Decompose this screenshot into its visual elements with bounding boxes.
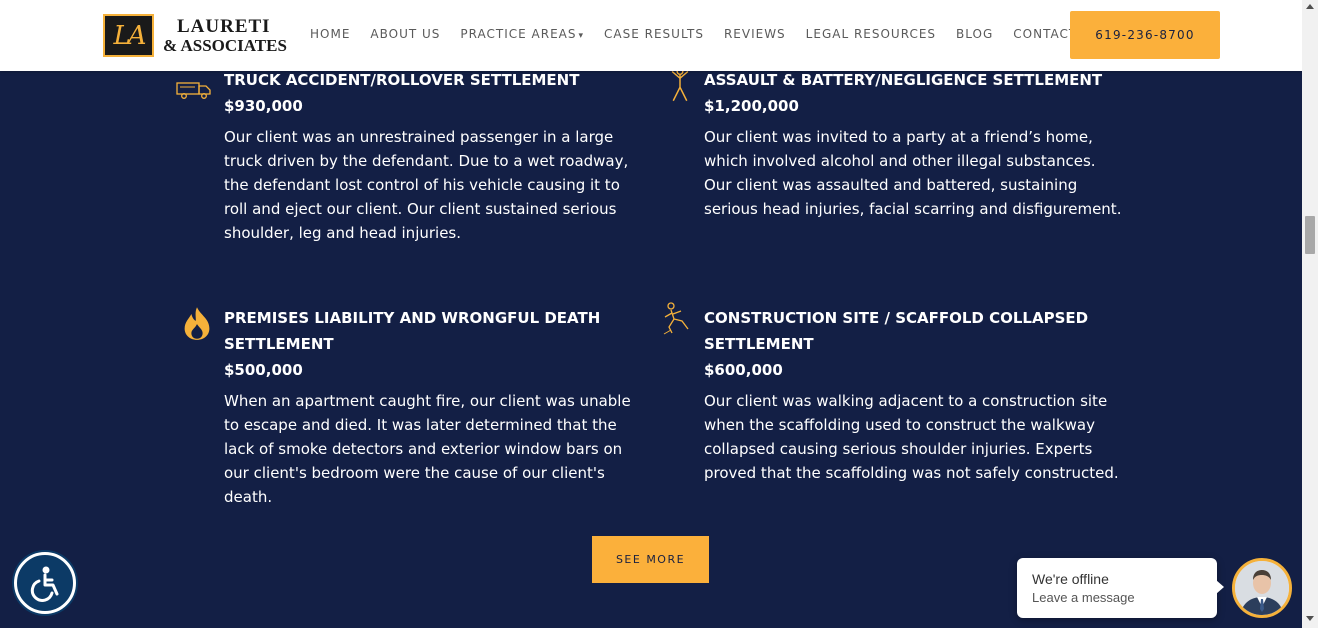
chat-subtitle: Leave a message bbox=[1032, 590, 1135, 605]
logo-line-1: LAURETI bbox=[177, 15, 271, 37]
logo-mark-text: LA bbox=[113, 20, 146, 51]
fire-icon bbox=[184, 307, 210, 340]
case-result-card: PREMISES LIABILITY AND WRONGFUL DEATH SE… bbox=[184, 305, 664, 509]
agent-portrait-icon bbox=[1235, 561, 1289, 615]
phone-button[interactable]: 619-236-8700 bbox=[1070, 11, 1220, 59]
assault-icon bbox=[671, 67, 689, 102]
falling-person-icon bbox=[663, 302, 689, 335]
result-description: Our client was invited to a party at a f… bbox=[704, 128, 1122, 218]
result-amount: $500,000 bbox=[224, 361, 303, 379]
page-scrollbar[interactable] bbox=[1302, 0, 1318, 628]
nav-practice-areas-label: PRACTICE AREAS bbox=[460, 27, 577, 41]
result-description: Our client was walking adjacent to a con… bbox=[704, 392, 1119, 482]
wheelchair-icon bbox=[30, 566, 59, 602]
page-viewport: LA LAURETI & ASSOCIATES HOME ABOUT US PR… bbox=[0, 0, 1302, 628]
case-result-card: TRUCK ACCIDENT/ROLLOVER SETTLEMENT $930,… bbox=[176, 67, 664, 245]
main-nav: HOME ABOUT US PRACTICE AREAS ▾ CASE RESUL… bbox=[310, 27, 1097, 41]
chat-message-bubble[interactable]: We're offline Leave a message bbox=[1017, 558, 1224, 618]
accessibility-button[interactable] bbox=[14, 552, 76, 614]
result-amount: $1,200,000 bbox=[704, 97, 799, 115]
result-title: PREMISES LIABILITY AND WRONGFUL DEATH SE… bbox=[224, 309, 601, 353]
logo-text: LAURETI & ASSOCIATES bbox=[163, 17, 287, 55]
scrollbar-thumb[interactable] bbox=[1305, 216, 1315, 254]
scroll-up-arrow-icon[interactable] bbox=[1306, 4, 1314, 9]
truck-icon bbox=[176, 82, 211, 99]
nav-legal-resources[interactable]: LEGAL RESOURCES bbox=[806, 27, 936, 41]
nav-reviews[interactable]: REVIEWS bbox=[724, 27, 786, 41]
chat-status: We're offline bbox=[1032, 571, 1109, 587]
site-header: LA LAURETI & ASSOCIATES HOME ABOUT US PR… bbox=[0, 0, 1302, 71]
nav-home[interactable]: HOME bbox=[310, 27, 350, 41]
result-description: Our client was an unrestrained passenger… bbox=[224, 128, 629, 242]
see-more-button[interactable]: SEE MORE bbox=[592, 536, 709, 583]
chat-agent-avatar[interactable] bbox=[1232, 558, 1292, 618]
logo-line-2: & ASSOCIATES bbox=[163, 35, 287, 55]
scroll-down-arrow-icon[interactable] bbox=[1306, 616, 1314, 621]
nav-case-results[interactable]: CASE RESULTS bbox=[604, 27, 704, 41]
nav-about-us[interactable]: ABOUT US bbox=[370, 27, 440, 41]
case-result-card: CONSTRUCTION SITE / SCAFFOLD COLLAPSED S… bbox=[663, 302, 1144, 485]
nav-contact[interactable]: CONTACT bbox=[1013, 27, 1077, 41]
nav-practice-areas[interactable]: PRACTICE AREAS ▾ bbox=[460, 27, 584, 41]
result-description: When an apartment caught fire, our clien… bbox=[224, 392, 631, 506]
site-logo[interactable]: LA LAURETI & ASSOCIATES bbox=[103, 14, 287, 57]
result-amount: $930,000 bbox=[224, 97, 303, 115]
result-amount: $600,000 bbox=[704, 361, 783, 379]
nav-blog[interactable]: BLOG bbox=[956, 27, 993, 41]
case-result-card: ASSAULT & BATTERY/NEGLIGENCE SETTLEMENT … bbox=[671, 67, 1144, 221]
result-title: CONSTRUCTION SITE / SCAFFOLD COLLAPSED S… bbox=[704, 309, 1089, 353]
chevron-down-icon: ▾ bbox=[578, 31, 585, 41]
logo-mark: LA bbox=[103, 14, 154, 57]
